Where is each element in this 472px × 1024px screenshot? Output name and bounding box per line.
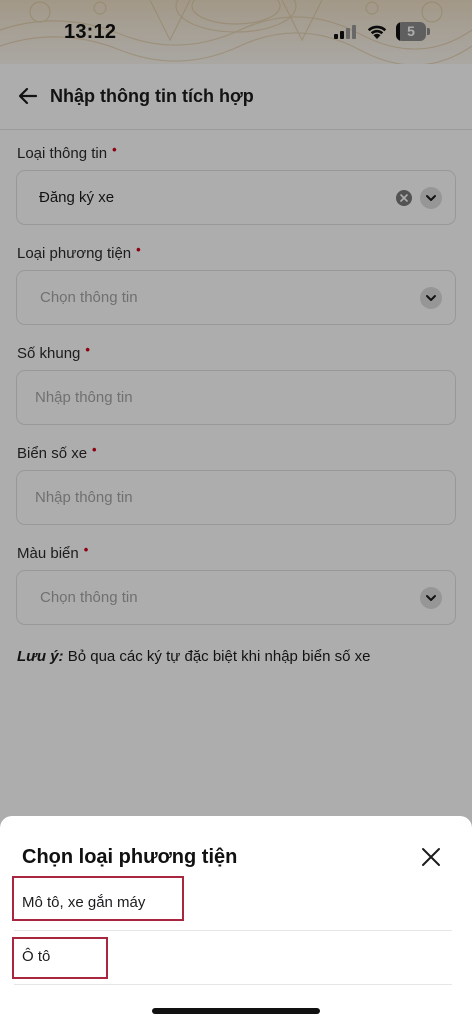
vehicle-type-sheet: Chọn loại phương tiện Mô tô, xe gắn máy … — [0, 816, 472, 1024]
close-icon[interactable] — [420, 846, 442, 868]
divider — [14, 930, 452, 931]
divider — [14, 984, 452, 985]
highlight-box — [12, 876, 184, 921]
home-indicator — [152, 1008, 320, 1014]
sheet-title: Chọn loại phương tiện — [22, 846, 238, 868]
highlight-box — [12, 937, 108, 979]
